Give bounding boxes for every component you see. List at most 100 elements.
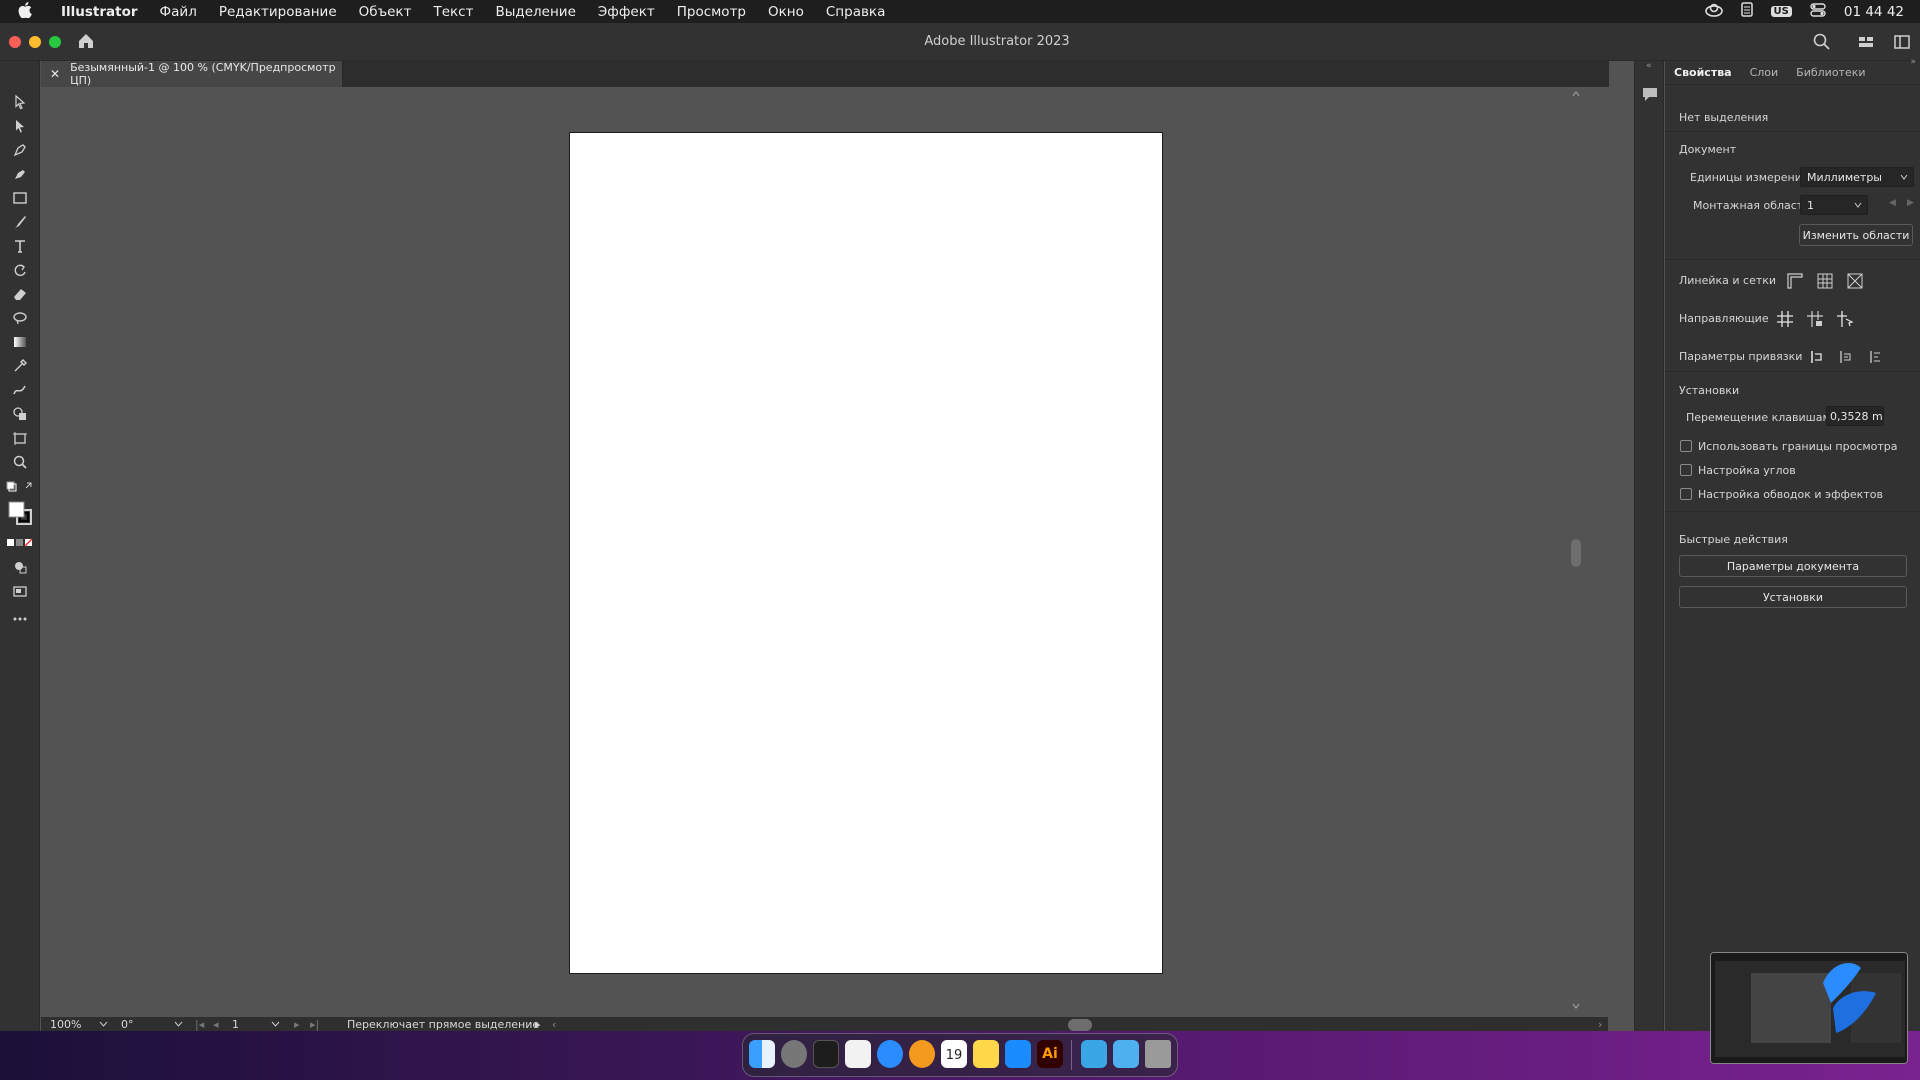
safari-icon[interactable] bbox=[877, 1040, 903, 1068]
next-artboard-arrow-icon[interactable]: ▶ bbox=[1907, 198, 1914, 208]
system-settings-icon[interactable] bbox=[781, 1040, 807, 1068]
canvas-area[interactable] bbox=[41, 87, 1608, 1017]
vertical-scrollbar[interactable] bbox=[1568, 87, 1584, 1017]
transparency-grid-icon[interactable] bbox=[1846, 272, 1864, 290]
last-artboard-icon[interactable]: ▸| bbox=[310, 1018, 319, 1031]
menu-text[interactable]: Текст bbox=[422, 4, 484, 20]
lock-guides-icon[interactable] bbox=[1806, 310, 1824, 328]
default-fill-stroke-icon[interactable] bbox=[5, 477, 35, 497]
downloads-folder-icon[interactable] bbox=[1081, 1040, 1107, 1068]
screenshot-preview-thumbnail[interactable] bbox=[1710, 952, 1908, 1064]
app-store-icon[interactable] bbox=[1005, 1040, 1031, 1068]
more-tools-icon[interactable] bbox=[10, 609, 30, 629]
edit-artboards-button[interactable]: Изменить области bbox=[1799, 224, 1913, 246]
eyedropper-tool-icon[interactable] bbox=[10, 356, 30, 376]
smart-guides-icon[interactable] bbox=[1836, 310, 1854, 328]
selection-tool-icon[interactable] bbox=[10, 92, 30, 112]
artboard-tool-icon[interactable] bbox=[10, 428, 30, 448]
pen-tool-icon[interactable] bbox=[10, 140, 30, 160]
vertical-scroll-thumb[interactable] bbox=[1571, 539, 1581, 567]
menu-app-name[interactable]: Illustrator bbox=[50, 4, 149, 20]
grid-icon[interactable] bbox=[1816, 272, 1834, 290]
drawing-mode-icon[interactable] bbox=[10, 557, 30, 577]
menu-object[interactable]: Объект bbox=[348, 4, 423, 20]
keyboard-increment-input[interactable]: 0,3528 mr bbox=[1826, 406, 1884, 426]
zoom-dropdown-chevron-icon[interactable] bbox=[99, 1021, 108, 1027]
snap-to-glyph-icon[interactable] bbox=[1867, 348, 1885, 366]
direct-selection-tool-icon[interactable] bbox=[10, 116, 30, 136]
previous-artboard-arrow-icon[interactable]: ◀ bbox=[1889, 198, 1896, 208]
applications-folder-icon[interactable] bbox=[1113, 1040, 1139, 1068]
snap-to-pixel-icon[interactable] bbox=[1837, 348, 1855, 366]
apple-icon[interactable] bbox=[18, 1, 40, 22]
scale-strokes-effects-checkbox[interactable] bbox=[1680, 488, 1692, 500]
scroll-up-icon[interactable] bbox=[1572, 91, 1580, 97]
tab-layers[interactable]: Слои bbox=[1741, 66, 1788, 79]
tab-libraries[interactable]: Библиотеки bbox=[1787, 66, 1874, 79]
screen-mode-icon[interactable] bbox=[10, 581, 30, 601]
artboard[interactable] bbox=[569, 132, 1163, 974]
menu-file[interactable]: Файл bbox=[149, 4, 208, 20]
document-tab[interactable]: ✕ Безымянный-1 @ 100 % (CMYK/Предпросмот… bbox=[41, 61, 343, 87]
menubar-clock[interactable]: 01 44 42 bbox=[1844, 4, 1904, 20]
gradient-tool-icon[interactable] bbox=[10, 332, 30, 352]
menu-select[interactable]: Выделение bbox=[484, 4, 586, 20]
fill-stroke-swatch[interactable] bbox=[8, 501, 34, 527]
comments-icon[interactable] bbox=[1641, 85, 1659, 107]
first-artboard-icon[interactable]: |◂ bbox=[195, 1018, 204, 1031]
terminal-icon[interactable] bbox=[813, 1040, 839, 1068]
close-tab-icon[interactable]: ✕ bbox=[50, 67, 60, 81]
finder-icon[interactable] bbox=[749, 1040, 775, 1068]
document-setup-button[interactable]: Параметры документа bbox=[1679, 555, 1907, 577]
collapse-panels-icon[interactable]: « bbox=[1646, 61, 1652, 71]
menu-view[interactable]: Просмотр bbox=[666, 4, 757, 20]
snap-to-point-icon[interactable] bbox=[1808, 348, 1826, 366]
scroll-left-icon[interactable]: ‹ bbox=[552, 1018, 556, 1031]
rulers-icon[interactable] bbox=[1786, 272, 1804, 290]
lasso-tool-icon[interactable] bbox=[10, 308, 30, 328]
illustrator-icon[interactable]: Ai bbox=[1037, 1040, 1063, 1068]
zoom-tool-icon[interactable] bbox=[10, 452, 30, 472]
shape-builder-tool-icon[interactable] bbox=[10, 404, 30, 424]
next-artboard-icon[interactable]: ▸ bbox=[294, 1018, 300, 1031]
preferences-button[interactable]: Установки bbox=[1679, 586, 1907, 608]
calendar-icon[interactable]: 19 bbox=[941, 1040, 967, 1068]
rotate-tool-icon[interactable] bbox=[10, 260, 30, 280]
menu-help[interactable]: Справка bbox=[815, 4, 896, 20]
menu-edit[interactable]: Редактирование bbox=[208, 4, 348, 20]
menu-effect[interactable]: Эффект bbox=[587, 4, 666, 20]
input-language-badge[interactable]: US bbox=[1770, 6, 1792, 17]
show-guides-icon[interactable] bbox=[1776, 310, 1794, 328]
instruments-icon[interactable] bbox=[909, 1040, 935, 1068]
notes-menu-icon[interactable] bbox=[1740, 2, 1753, 21]
search-icon[interactable] bbox=[1812, 32, 1832, 52]
use-preview-bounds-checkbox[interactable] bbox=[1680, 440, 1692, 452]
zoom-level-field[interactable]: 100% bbox=[50, 1018, 81, 1031]
rotation-dropdown-chevron-icon[interactable] bbox=[174, 1021, 183, 1027]
units-select[interactable]: Миллиметры bbox=[1800, 167, 1914, 187]
rotation-field[interactable]: 0° bbox=[121, 1018, 134, 1031]
trash-icon[interactable] bbox=[1145, 1040, 1171, 1068]
type-tool-icon[interactable] bbox=[10, 236, 30, 256]
rectangle-tool-icon[interactable] bbox=[10, 188, 30, 208]
color-mode-icon[interactable] bbox=[6, 533, 36, 553]
creative-cloud-icon[interactable] bbox=[1704, 3, 1723, 21]
menu-window[interactable]: Окно bbox=[757, 4, 815, 20]
status-menu-arrow-icon[interactable]: ▸ bbox=[535, 1018, 541, 1031]
artboard-number-field[interactable]: 1 bbox=[232, 1018, 239, 1031]
previous-artboard-icon[interactable]: ◂ bbox=[213, 1018, 219, 1031]
tab-properties[interactable]: Свойства bbox=[1665, 66, 1741, 79]
scroll-down-icon[interactable] bbox=[1572, 1003, 1580, 1009]
shaper-tool-icon[interactable] bbox=[10, 380, 30, 400]
horizontal-scroll-thumb[interactable] bbox=[1068, 1019, 1092, 1031]
scale-corners-checkbox[interactable] bbox=[1680, 464, 1692, 476]
notes-icon[interactable] bbox=[973, 1040, 999, 1068]
artboard-dropdown-chevron-icon[interactable] bbox=[271, 1021, 280, 1027]
arrange-documents-icon[interactable] bbox=[1892, 32, 1912, 52]
panel-expand-icon[interactable]: » bbox=[1910, 57, 1916, 67]
curvature-tool-icon[interactable] bbox=[10, 164, 30, 184]
textedit-icon[interactable] bbox=[845, 1040, 871, 1068]
eraser-tool-icon[interactable] bbox=[10, 284, 30, 304]
control-center-icon[interactable] bbox=[1810, 2, 1826, 21]
paintbrush-tool-icon[interactable] bbox=[10, 212, 30, 232]
